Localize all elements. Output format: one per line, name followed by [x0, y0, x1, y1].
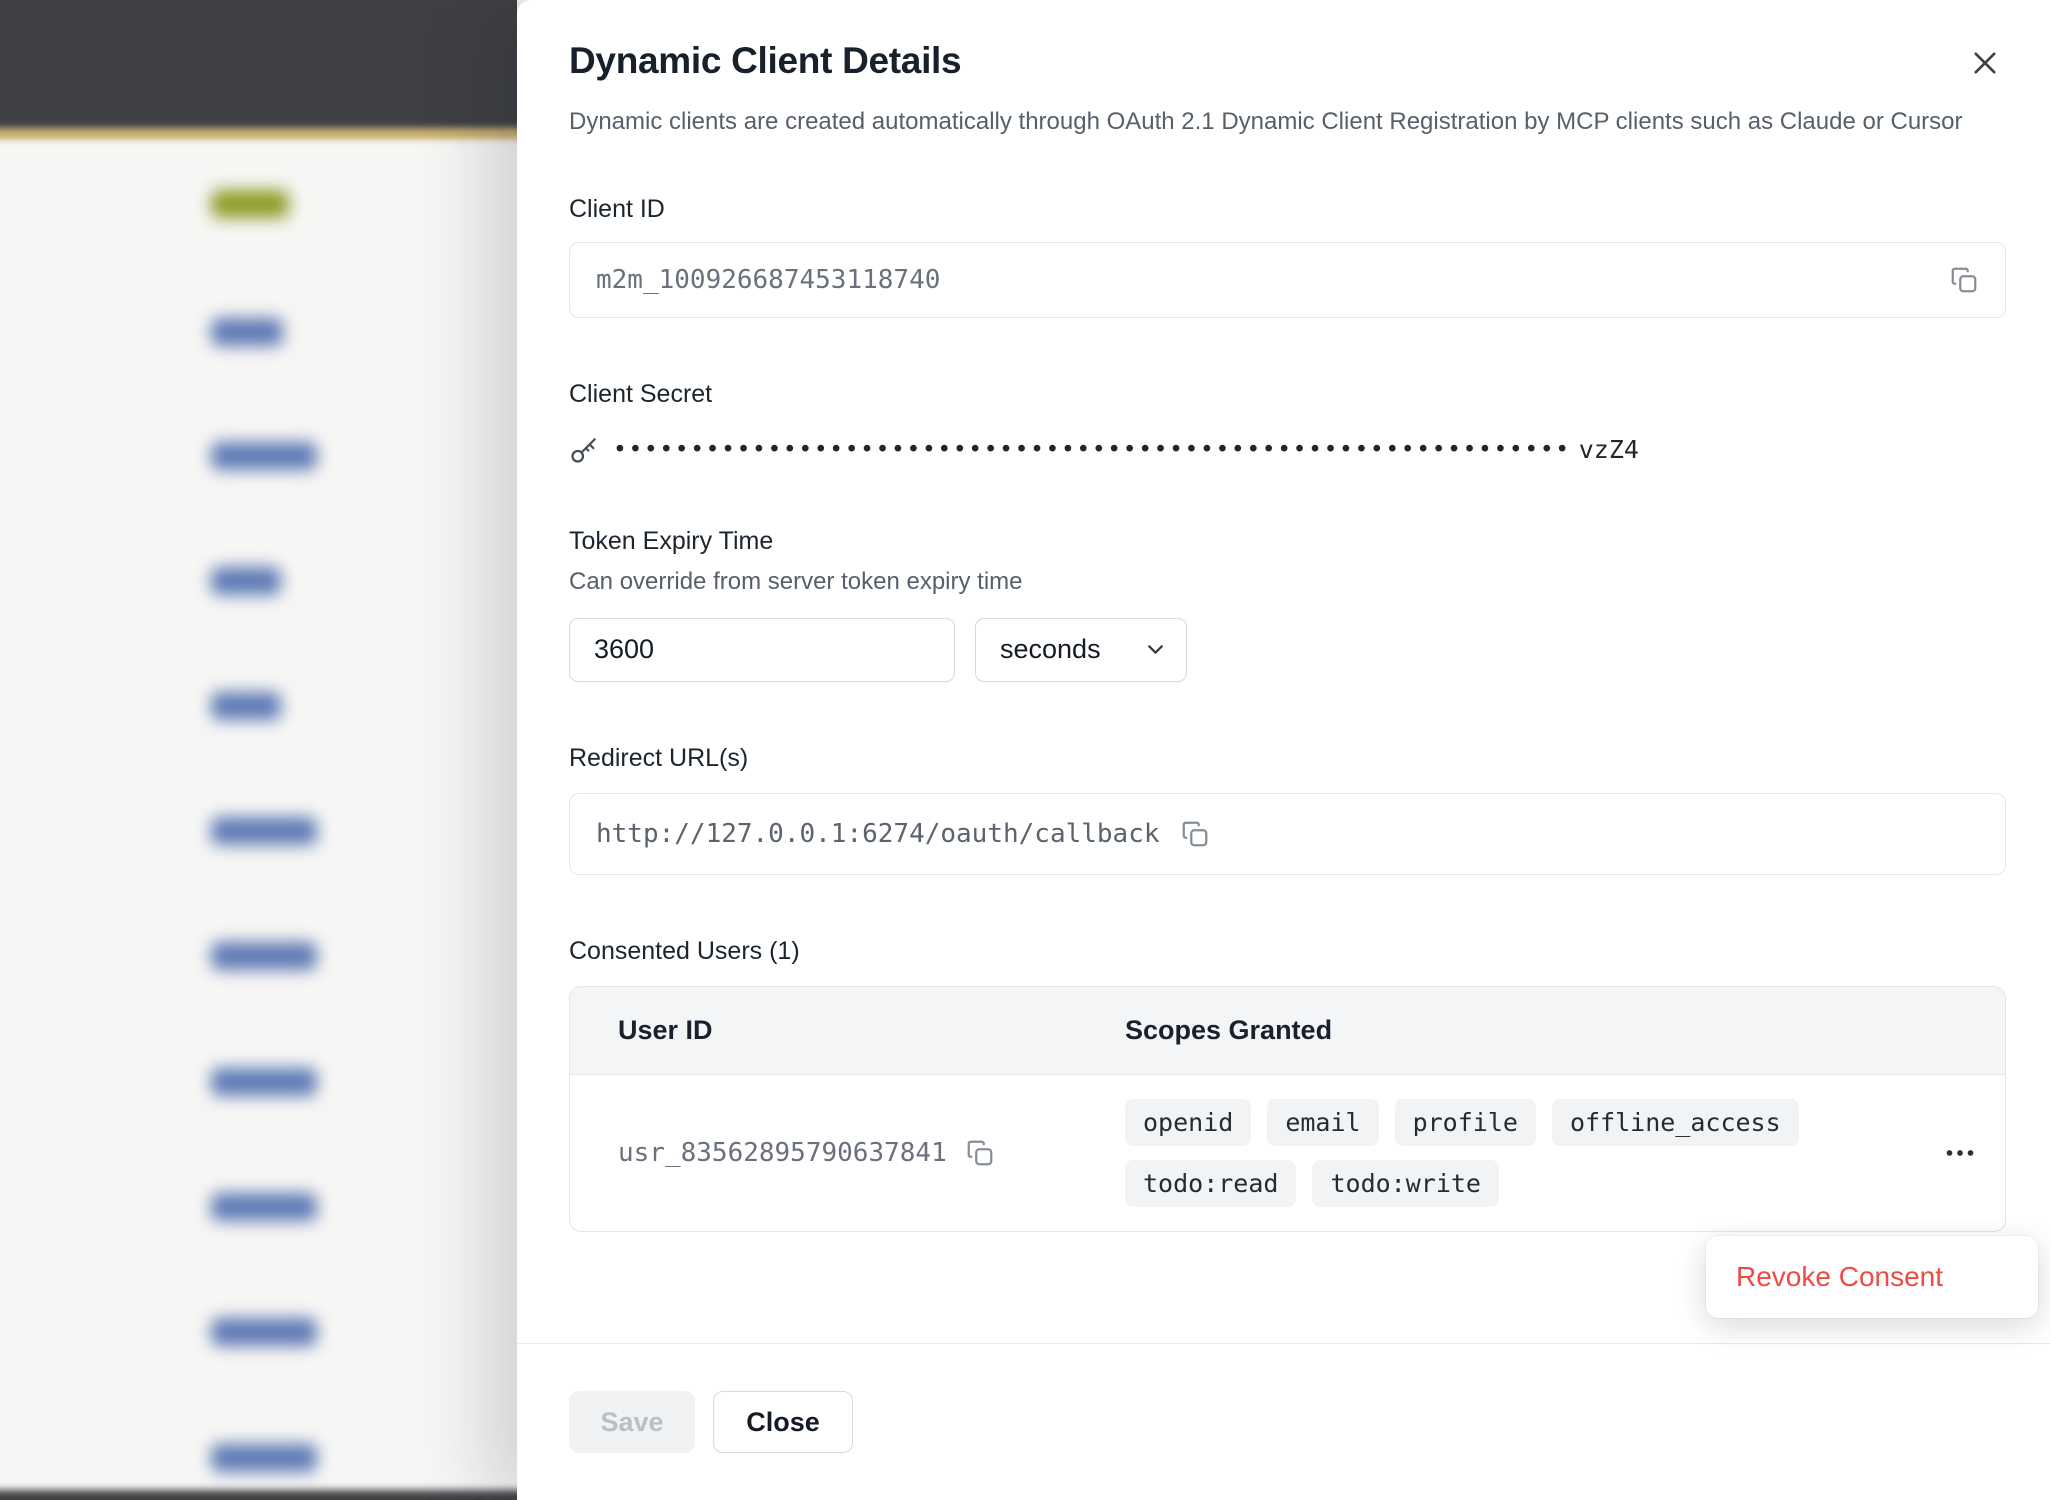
token-expiry-input[interactable]: [569, 618, 955, 682]
token-expiry-unit-select[interactable]: seconds: [975, 618, 1187, 682]
dynamic-client-details-modal: Dynamic Client Details Dynamic clients a…: [517, 0, 2050, 1500]
client-id-section: Client ID m2m_100926687453118740: [569, 195, 2006, 318]
scope-chip: offline_access: [1552, 1099, 1799, 1146]
redirect-url-value: http://127.0.0.1:6274/oauth/callback: [596, 819, 1160, 849]
row-actions-button[interactable]: [1936, 1129, 1984, 1177]
revoke-consent-menu-item[interactable]: Revoke Consent: [1706, 1236, 2038, 1318]
background-blurred-row: [211, 318, 283, 346]
background-blurred-row: [211, 1444, 317, 1472]
token-expiry-section: Token Expiry Time Can override from serv…: [569, 527, 2006, 682]
scope-chip: todo:read: [1125, 1160, 1296, 1207]
scope-chip: openid: [1125, 1099, 1251, 1146]
close-icon-button[interactable]: [1964, 42, 2006, 84]
token-expiry-hint: Can override from server token expiry ti…: [569, 568, 2006, 596]
copy-client-id-button[interactable]: [1947, 263, 1981, 297]
key-icon: [569, 435, 599, 465]
chevron-down-icon: [1143, 637, 1168, 662]
token-expiry-unit-value: seconds: [1000, 634, 1101, 665]
scope-chip: todo:write: [1312, 1160, 1499, 1207]
save-button[interactable]: Save: [569, 1391, 695, 1453]
background-page: [0, 0, 517, 1500]
consented-users-table: User ID Scopes Granted usr_8356289579063…: [569, 986, 2006, 1232]
scopes-granted-cell: openid email profile offline_access todo…: [1125, 1099, 1915, 1207]
consented-users-section: Consented Users (1) User ID Scopes Grant…: [569, 937, 2006, 1232]
ellipsis-icon: [1942, 1135, 1978, 1171]
background-header-bar: [0, 0, 517, 132]
background-blurred-row: [211, 442, 317, 470]
close-icon: [1968, 46, 2002, 80]
copy-icon: [1180, 819, 1210, 849]
client-secret-section: Client Secret ••••••••••••••••••••••••••…: [569, 380, 2006, 465]
client-secret-suffix: vzZ4: [1579, 435, 1639, 464]
copy-icon: [965, 1138, 995, 1168]
background-blurred-row: [211, 692, 281, 720]
copy-redirect-url-button[interactable]: [1178, 817, 1212, 851]
column-header-user-id: User ID: [570, 1015, 1125, 1046]
table-row: usr_83562895790637841 openid email profi…: [570, 1075, 2005, 1231]
client-id-value: m2m_100926687453118740: [596, 265, 1947, 295]
background-blurred-row: [211, 1318, 317, 1346]
scope-chip: profile: [1395, 1099, 1536, 1146]
background-accent-line: [0, 130, 517, 138]
background-blurred-badge: [211, 190, 289, 218]
user-id-value: usr_83562895790637841: [618, 1138, 947, 1168]
token-expiry-label: Token Expiry Time: [569, 527, 2006, 556]
client-secret-row: ••••••••••••••••••••••••••••••••••••••••…: [569, 435, 2006, 465]
modal-body: Client ID m2m_100926687453118740 Client …: [517, 141, 2050, 1232]
background-blurred-row: [211, 1193, 317, 1221]
client-id-label: Client ID: [569, 195, 2006, 224]
redirect-url-field: http://127.0.0.1:6274/oauth/callback: [569, 793, 2006, 875]
client-id-field: m2m_100926687453118740: [569, 242, 2006, 318]
background-blurred-row: [211, 1068, 317, 1096]
copy-user-id-button[interactable]: [963, 1136, 997, 1170]
table-header-row: User ID Scopes Granted: [570, 987, 2005, 1075]
background-blurred-row: [211, 942, 317, 970]
modal-header: Dynamic Client Details Dynamic clients a…: [517, 0, 2050, 141]
column-header-scopes: Scopes Granted: [1125, 1015, 1915, 1046]
row-actions-menu: Revoke Consent: [1706, 1236, 2038, 1318]
scope-chip: email: [1267, 1099, 1378, 1146]
modal-title: Dynamic Client Details: [569, 40, 961, 82]
copy-icon: [1949, 265, 1979, 295]
background-footer-bar: [0, 1490, 517, 1500]
consented-users-label: Consented Users (1): [569, 937, 2006, 966]
close-button[interactable]: Close: [713, 1391, 853, 1453]
client-secret-label: Client Secret: [569, 380, 2006, 409]
modal-footer: Save Close: [517, 1343, 2050, 1500]
background-blurred-row: [211, 567, 281, 595]
redirect-urls-section: Redirect URL(s) http://127.0.0.1:6274/oa…: [569, 744, 2006, 875]
modal-description: Dynamic clients are created automaticall…: [569, 104, 1999, 141]
background-blurred-row: [211, 817, 317, 845]
client-secret-masked: ••••••••••••••••••••••••••••••••••••••••…: [613, 437, 1571, 463]
redirect-urls-label: Redirect URL(s): [569, 744, 2006, 773]
